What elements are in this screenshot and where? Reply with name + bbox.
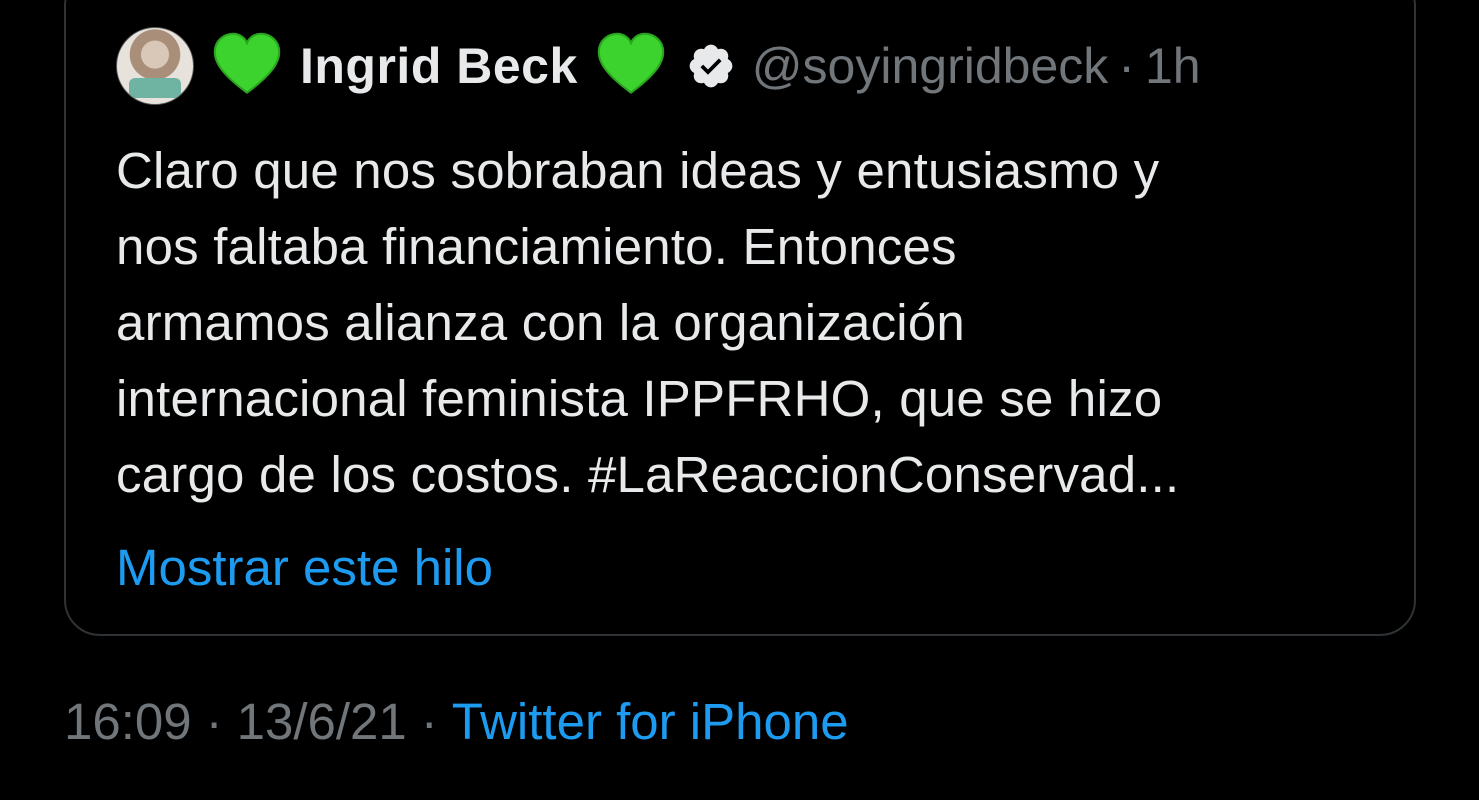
author-name[interactable]: Ingrid Beck [300, 37, 578, 95]
tweet-source-link[interactable]: Twitter for iPhone [452, 693, 849, 750]
meta-separator: · [205, 693, 223, 750]
tweet-text-line: Claro que nos sobraban ideas y entusiasm… [116, 142, 1160, 199]
tweet-time[interactable]: 16:09 [64, 693, 192, 750]
tweet-text-line: armamos alianza con la organización [116, 294, 965, 351]
green-heart-icon [212, 31, 282, 101]
tweet-meta: 16:09 · 13/6/21 · Twitter for iPhone [64, 684, 849, 760]
tweet-date[interactable]: 13/6/21 [237, 693, 407, 750]
header-separator: · [1118, 38, 1135, 94]
tweet-text-line: internacional feminista IPPFRHO, que se … [116, 370, 1163, 427]
verified-badge-icon [686, 41, 736, 91]
green-heart-icon [596, 31, 666, 101]
tweet-text-line: nos faltaba financiamiento. Entonces [116, 218, 957, 275]
quoted-tweet-text: Claro que nos sobraban ideas y entusiasm… [116, 133, 1386, 513]
relative-time[interactable]: 1h [1145, 37, 1201, 95]
tweet-text-line: cargo de los costos. #LaReaccionConserva… [116, 446, 1180, 503]
show-thread-link[interactable]: Mostrar este hilo [116, 530, 493, 606]
author-avatar[interactable] [116, 27, 194, 105]
author-handle[interactable]: @soyingridbeck [752, 37, 1108, 95]
quoted-tweet-header: Ingrid Beck @soyingridbeck · 1h [116, 26, 1201, 106]
meta-separator: · [420, 693, 438, 750]
